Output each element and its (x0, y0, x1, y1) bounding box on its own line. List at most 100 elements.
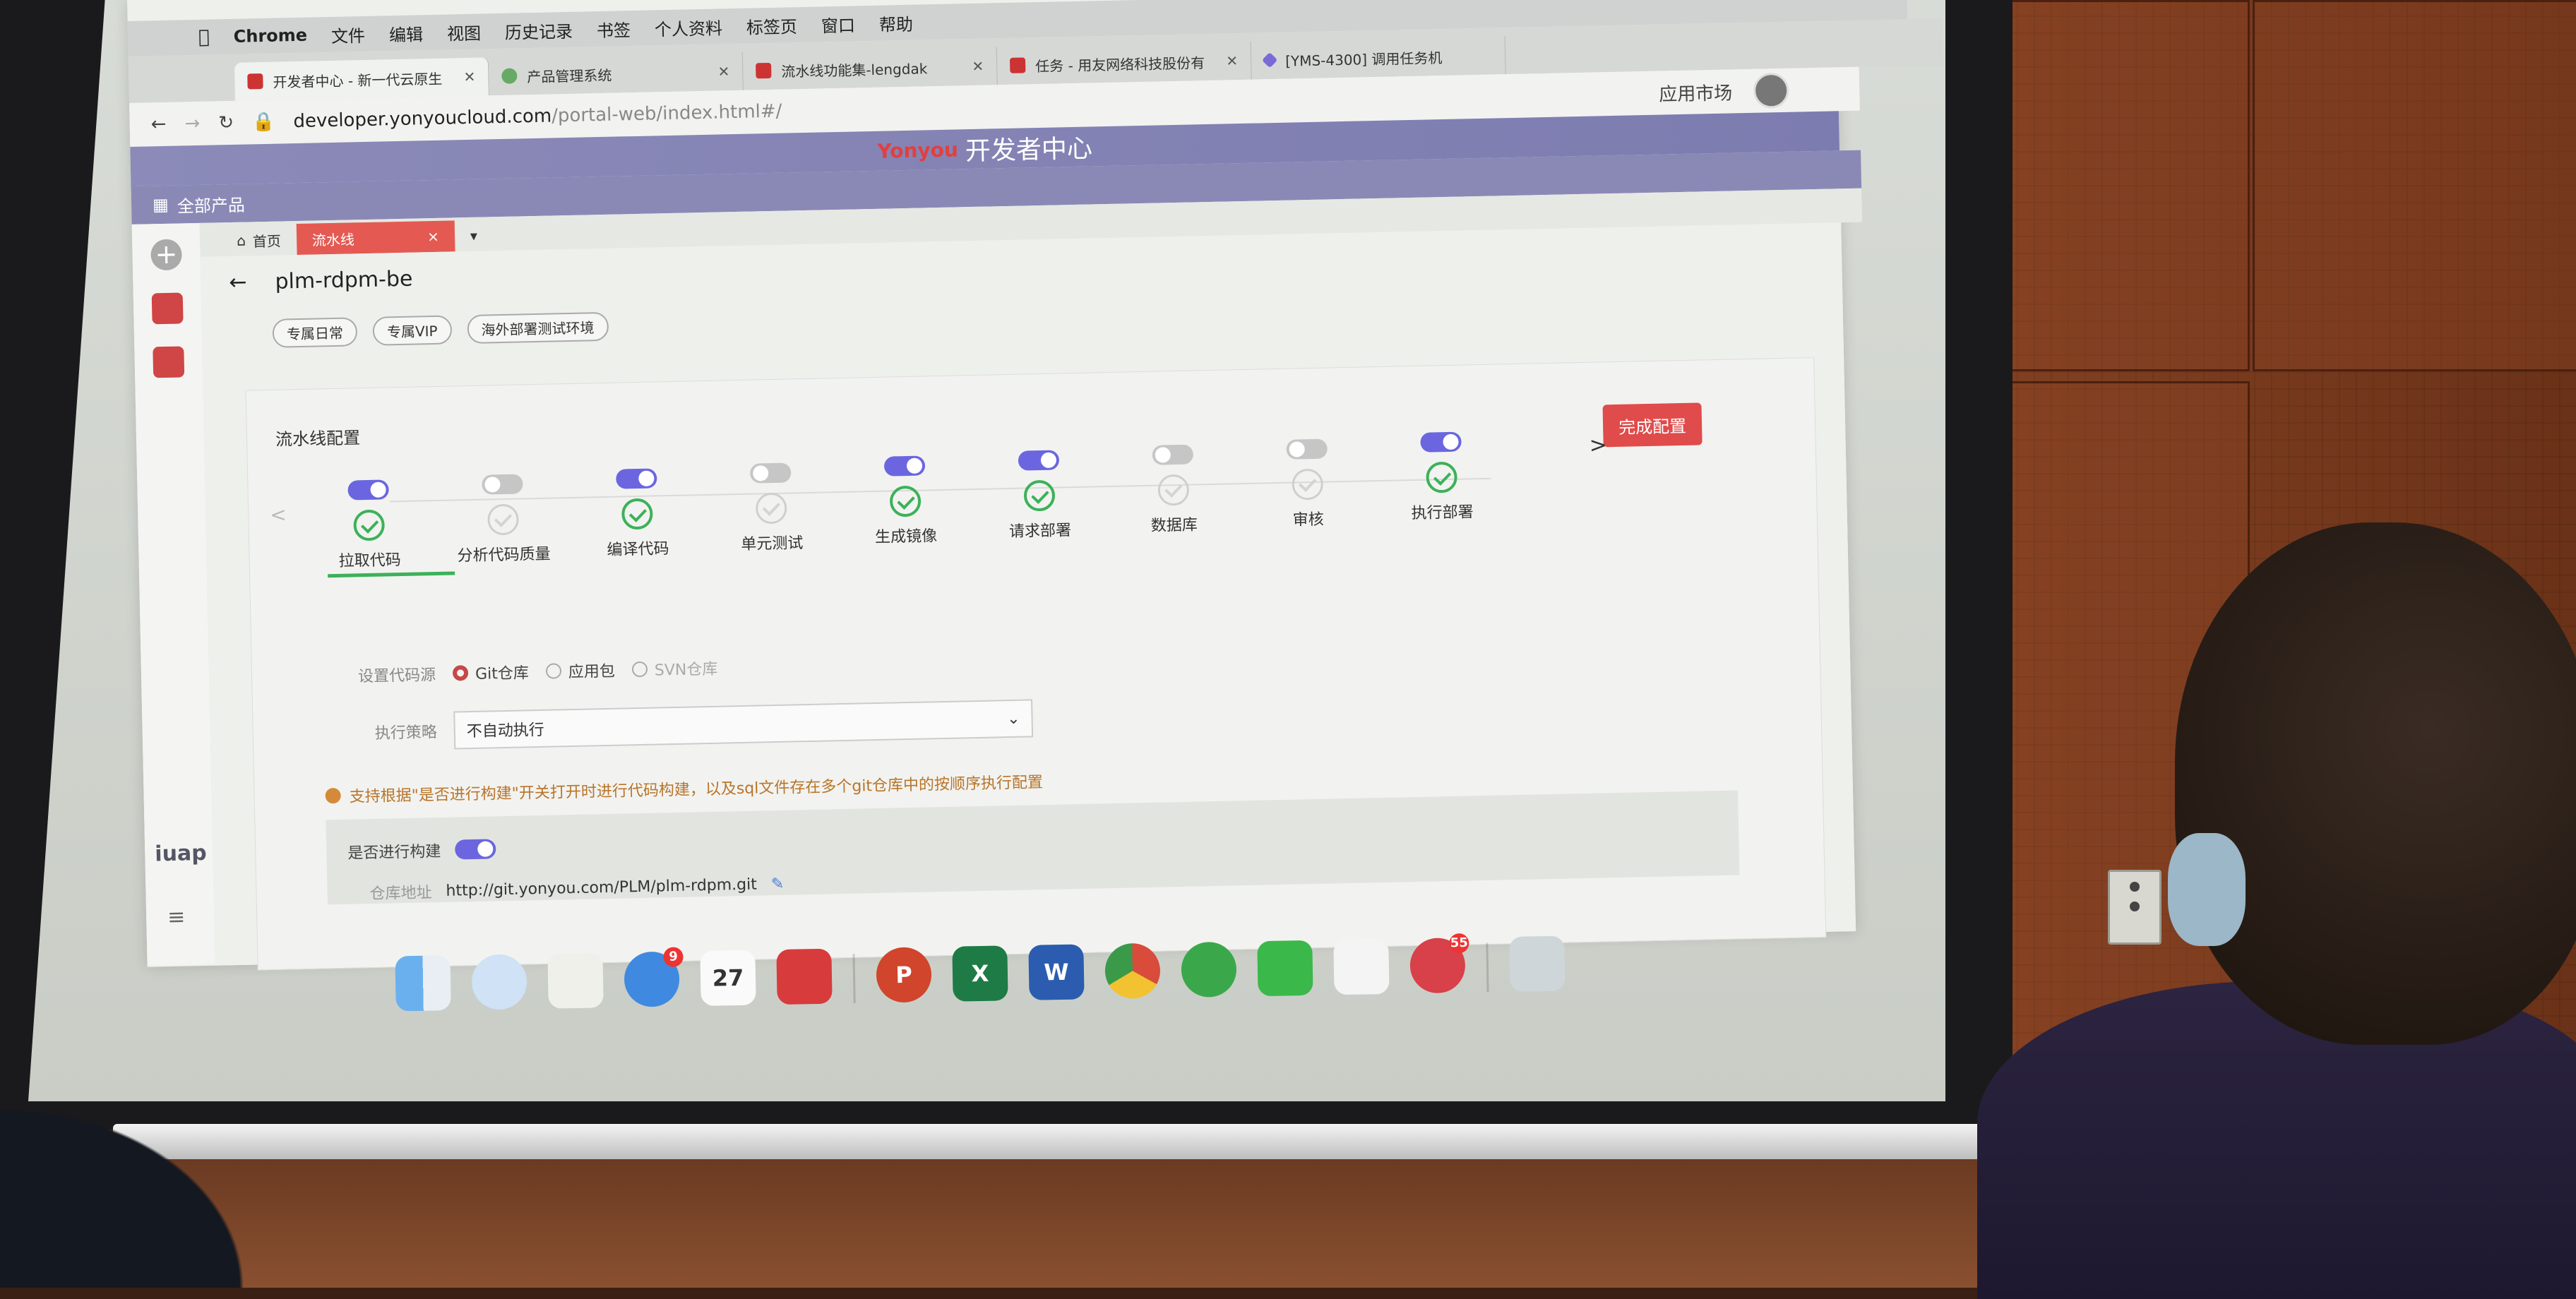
url-path: /portal-web/index.html#/ (551, 100, 782, 127)
calendar-icon[interactable]: 27 (700, 950, 756, 1006)
back-arrow-icon[interactable]: ← (150, 114, 166, 135)
menubar-item[interactable]: 标签页 (746, 13, 798, 39)
close-icon[interactable]: ✕ (463, 68, 475, 85)
evernote-icon[interactable] (1181, 941, 1237, 998)
field-label: 是否进行构建 (347, 842, 441, 863)
menubar-item[interactable]: 历史记录 (505, 17, 573, 43)
trash-icon[interactable] (1509, 935, 1566, 992)
foreground-shadow (0, 1080, 282, 1288)
app-market-link[interactable]: 应用市场 (1659, 78, 1733, 106)
pipeline-step[interactable]: 拉取代码 (304, 479, 434, 572)
stepper-prev-button[interactable]: < (270, 503, 287, 526)
page-title: plm-rdpm-be (275, 266, 413, 294)
radio-package[interactable]: 应用包 (545, 659, 616, 683)
close-icon[interactable]: ✕ (1226, 52, 1238, 69)
browser-tab[interactable]: [YMS-4300] 调用任务机 (1251, 36, 1506, 80)
qq-icon[interactable] (1333, 938, 1390, 995)
step-toggle[interactable] (1018, 450, 1060, 471)
check-circle-icon (1023, 479, 1056, 512)
edit-icon[interactable]: ✎ (771, 875, 785, 892)
field-label: 执行策略 (374, 724, 438, 743)
tab-favicon-icon (1009, 57, 1026, 73)
pipeline-step[interactable]: 单元测试 (707, 462, 836, 555)
menubar-item[interactable]: 视图 (447, 19, 482, 44)
step-toggle[interactable] (482, 474, 523, 495)
step-toggle[interactable] (616, 468, 657, 489)
build-toggle-row: 是否进行构建 (347, 837, 496, 863)
apple-icon[interactable]:  (198, 27, 210, 48)
step-toggle[interactable] (883, 455, 926, 477)
browser-tab[interactable]: 开发者中心 - 新一代云原生 ✕ (234, 57, 489, 101)
menu-icon[interactable]: ≡ (167, 905, 186, 930)
menubar-app-name[interactable]: Chrome (233, 25, 307, 47)
pipeline-step[interactable]: 审核 (1243, 438, 1372, 531)
textedit-icon[interactable] (547, 952, 604, 1009)
wechat-icon[interactable] (1257, 940, 1313, 997)
home-icon: ⌂ (236, 232, 246, 249)
browser-tab[interactable]: 产品管理系统 ✕ (488, 52, 744, 96)
step-toggle[interactable] (749, 462, 792, 484)
finish-config-button[interactable]: 完成配置 (1602, 402, 1703, 448)
favorites-icon[interactable] (151, 292, 184, 325)
pipeline-step[interactable]: 编译代码 (573, 467, 702, 561)
pipeline-step[interactable]: 数据库 (1109, 443, 1239, 537)
repo-url[interactable]: http://git.yonyou.com/PLM/plm-rdpm.git (446, 875, 757, 899)
menubar-item[interactable]: 个人资料 (655, 14, 723, 40)
powerpoint-icon[interactable]: P (876, 947, 932, 1003)
safari-icon[interactable] (471, 954, 527, 1010)
app-store-icon[interactable]: 9 (624, 947, 684, 1007)
menubar-item[interactable]: 文件 (331, 21, 366, 47)
badge: 55 (1449, 933, 1469, 954)
stepper-next-button[interactable]: > (1589, 433, 1607, 458)
page-header: ← plm-rdpm-be (229, 267, 413, 295)
env-chip[interactable]: 海外部署测试环境 (467, 311, 609, 345)
iuap-logo: iuap (154, 840, 208, 867)
browser-tab[interactable]: 任务 - 用友网络科技股份有 ✕ (996, 41, 1252, 85)
finder-icon[interactable] (395, 955, 451, 1012)
reload-icon[interactable]: ↻ (218, 112, 234, 133)
close-icon[interactable]: ✕ (972, 58, 984, 75)
radio-git[interactable]: Git仓库 (452, 660, 529, 684)
check-circle-icon (1292, 468, 1324, 501)
tab-title: 任务 - 用友网络科技股份有 (1034, 54, 1205, 75)
tab-label: 流水线 (311, 230, 355, 249)
pipeline-step[interactable]: 分析代码质量 (439, 473, 568, 566)
pipeline-step[interactable]: 请求部署 (975, 449, 1104, 542)
close-icon[interactable]: × (427, 228, 439, 245)
tab-favicon-icon (247, 73, 263, 90)
excel-icon[interactable]: X (952, 945, 1008, 1002)
radio-svn[interactable]: SVN仓库 (631, 657, 718, 681)
build-toggle[interactable] (455, 839, 496, 860)
step-toggle[interactable] (1152, 444, 1194, 465)
warning-icon (325, 787, 341, 804)
env-chip[interactable]: 专属日常 (272, 317, 358, 348)
app-pink-icon[interactable]: 55 (1409, 933, 1469, 994)
word-icon[interactable]: W (1028, 944, 1085, 1000)
avatar[interactable] (1753, 72, 1789, 109)
tab-pipeline[interactable]: 流水线 × (296, 220, 455, 256)
menubar-item[interactable]: 窗口 (821, 11, 856, 37)
chrome-icon[interactable] (1104, 942, 1161, 999)
pipeline-step[interactable]: 生成镜像 (841, 455, 970, 548)
env-chip[interactable]: 专属VIP (372, 315, 452, 346)
pipeline-step[interactable]: 执行部署 (1377, 431, 1506, 524)
back-arrow-icon[interactable]: ← (229, 270, 247, 296)
step-toggle[interactable] (347, 479, 389, 501)
menubar-item[interactable]: 书签 (597, 16, 631, 42)
url-field[interactable]: developer.yonyoucloud.com/portal-web/ind… (293, 101, 782, 132)
menubar-item[interactable]: 帮助 (878, 10, 914, 35)
close-icon[interactable]: ✕ (717, 63, 729, 80)
settings-icon[interactable] (153, 346, 185, 378)
tab-home[interactable]: ⌂ 首页 (221, 224, 297, 256)
menubar-item[interactable]: 编辑 (389, 20, 424, 46)
tab-dropdown[interactable]: ▾ (454, 220, 493, 251)
app-letter: X (971, 959, 989, 988)
tab-favicon-icon (756, 62, 772, 79)
step-toggle[interactable] (1286, 438, 1328, 460)
forward-arrow-icon[interactable]: → (184, 113, 200, 134)
step-toggle[interactable] (1420, 431, 1462, 453)
add-icon[interactable]: + (150, 239, 183, 271)
strategy-select[interactable]: 不自动执行 ⌄ (453, 699, 1034, 750)
browser-tab[interactable]: 流水线功能集-lengdak ✕ (742, 47, 998, 90)
app-red-icon[interactable] (776, 948, 833, 1005)
